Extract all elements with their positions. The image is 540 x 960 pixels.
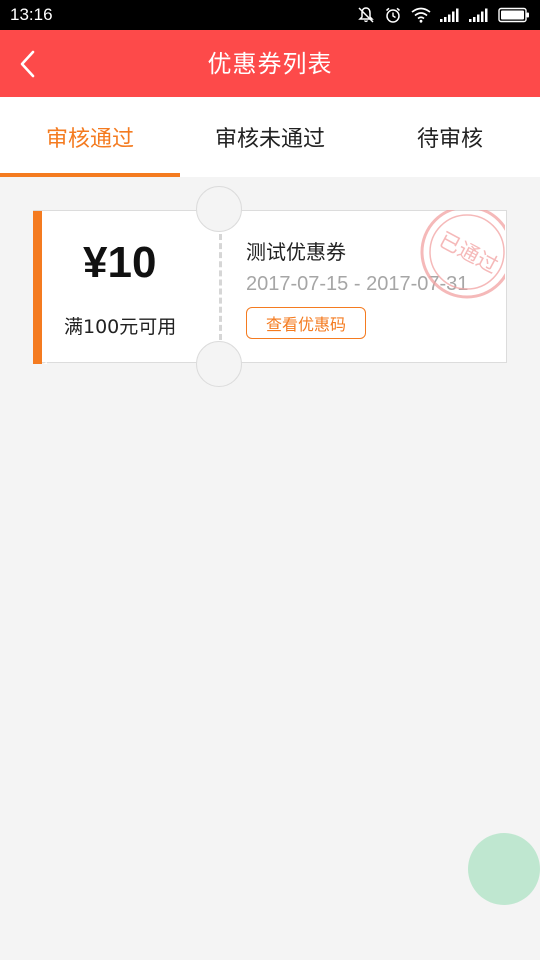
tab-label: 审核通过 [45,127,134,152]
coupon-condition: 满100元可用 [64,316,177,338]
wifi-icon [411,7,431,23]
tab-bar: 审核通过 审核未通过 待审核 [0,97,540,177]
status-icons [357,6,530,24]
coupon-divider [219,234,222,340]
muted-bell-icon [358,7,374,23]
status-bar: 13:16 [0,0,540,30]
view-coupon-code-button[interactable]: 查看优惠码 [246,307,366,339]
coupon-notch-top [196,186,242,232]
page-title: 优惠券列表 [207,49,333,78]
coupon-name: 测试优惠券 [246,240,346,264]
status-time: 13:16 [10,5,53,24]
tab-label: 审核未通过 [214,127,325,152]
tab-label: 待审核 [416,127,483,152]
coupon-card[interactable]: ¥10 满100元可用 测试优惠券 2017-07-15 - 2017-07-3… [33,186,507,387]
alarm-icon [386,7,400,23]
coupon-date-range: 2017-07-15 - 2017-07-31 [246,273,469,295]
coupon-notch-bottom [196,341,242,387]
floating-action-button[interactable] [468,833,540,905]
tab-approved[interactable]: 审核通过 [0,97,180,177]
coupon-amount: ¥10 [83,238,157,287]
app-header: 优惠券列表 [0,30,540,97]
tab-active-indicator [0,173,180,177]
battery-icon [498,7,529,23]
signal-icon [469,8,488,22]
tab-pending[interactable]: 待审核 [360,97,540,177]
signal-icon [440,8,459,22]
tab-rejected[interactable]: 审核未通过 [180,97,360,177]
coupon-edge-scallops [39,211,47,364]
